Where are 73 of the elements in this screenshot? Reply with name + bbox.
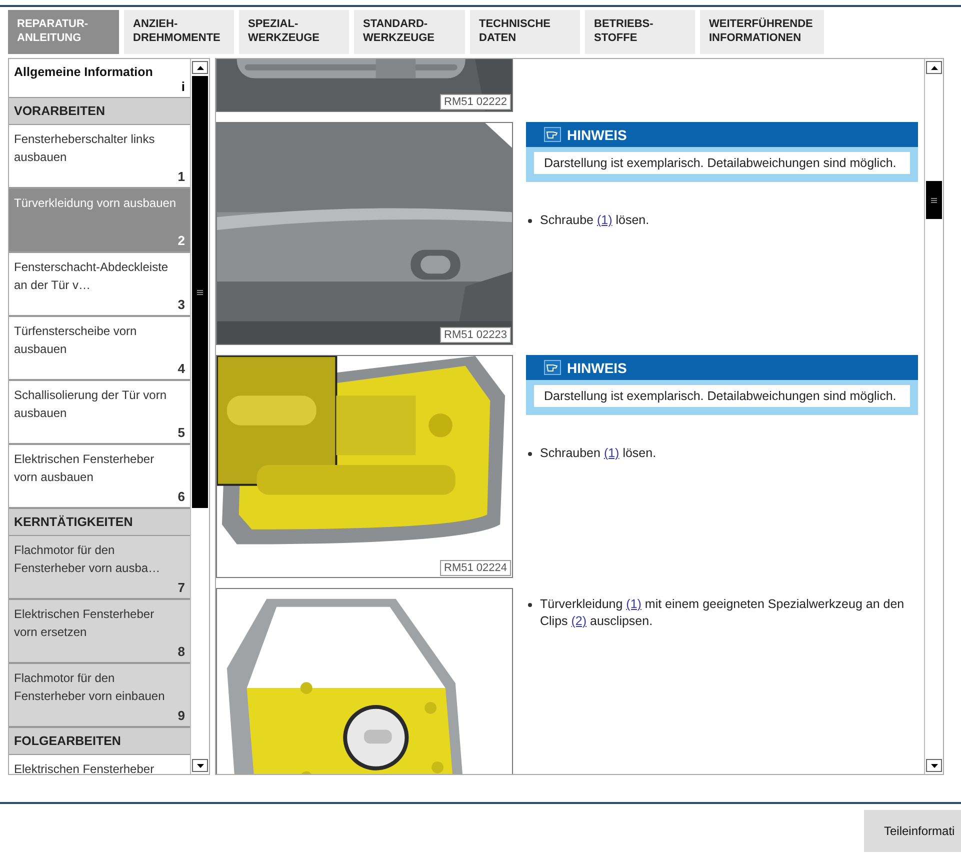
list-item[interactable]: Türfensterscheibe vorn ausbauen 4	[9, 317, 190, 381]
item-number: 3	[178, 297, 185, 312]
note-title: HINWEIS	[567, 126, 627, 142]
list-item[interactable]: Flachmotor für den Fensterheber vorn ausba… 7	[9, 536, 190, 600]
note-text: Darstellung ist exemplarisch. Detailabweichungen sind möglich.	[534, 385, 910, 407]
item-number: 6	[178, 489, 185, 504]
list-item-label[interactable]: Allgemeine Information	[14, 65, 185, 79]
item-label: Türverkleidung vorn ausbauen	[14, 195, 177, 212]
up-arrow-icon	[930, 66, 938, 70]
up-arrow-icon	[196, 66, 204, 70]
pointing-hand-icon	[544, 360, 561, 375]
item-label: Fensterheberschalter links ausbauen	[14, 131, 156, 166]
instruction-text: Türverkleidung (1) mit einem geeigneten Spezialwerkzeug an den Clips (2) ausclipsen.	[540, 596, 906, 630]
pointing-hand-icon	[544, 127, 561, 142]
tab[interactable]: SPEZIAL- WERKZEUGE	[239, 10, 349, 54]
item-number: 5	[178, 425, 185, 440]
grip-icon	[197, 290, 203, 294]
tab[interactable]: TECHNISCHE DATEN	[470, 10, 580, 54]
scroll-down-button[interactable]	[926, 759, 942, 772]
section-header: VORARBEITEN	[9, 98, 190, 125]
item-label: Flachmotor für den Fensterheber vorn ausba…	[14, 542, 162, 576]
item-number: 7	[178, 580, 185, 595]
figure-caption: RM51 02224	[440, 560, 511, 576]
note-text: Darstellung ist exemplarisch. Detailabweichungen sind möglich.	[534, 152, 910, 174]
scroll-up-button[interactable]	[926, 61, 942, 74]
bullet-icon	[528, 219, 532, 223]
item-number: 8	[178, 644, 185, 659]
callout-link[interactable]: (2)	[571, 614, 587, 628]
scroll-up-button[interactable]	[192, 61, 208, 74]
list-item[interactable]: Elektrischen Fensterheber	[9, 755, 190, 774]
list-item[interactable]: Fensterheberschalter links ausbauen 1	[9, 125, 190, 189]
instruction-text: Schraube (1) lösen.	[540, 212, 650, 229]
tab[interactable]: WEITERFÜHRENDE INFORMATIONEN	[700, 10, 824, 54]
item-label: Fensterschacht-Abdeckleiste an der Tür v…	[14, 259, 170, 294]
item-label: Schallisolierung der Tür vorn ausbauen	[14, 387, 168, 422]
scroll-down-button[interactable]	[192, 759, 208, 772]
figure-caption: RM51 02222	[440, 94, 511, 110]
section-header: KERNTÄTIGKEITEN	[9, 509, 190, 536]
scrollbar-thumb[interactable]	[192, 76, 208, 508]
item-number: 4	[178, 361, 185, 376]
list-item[interactable]: Flachmotor für den Fensterheber vorn einbauen 9	[9, 664, 190, 728]
grip-icon	[931, 198, 937, 202]
section-header: FOLGEARBEITEN	[9, 728, 190, 755]
item-label: Elektrischen Fensterheber vorn ausbauen	[14, 451, 156, 486]
callout-link[interactable]: (1)	[626, 597, 642, 611]
bullet-icon	[528, 603, 532, 607]
instruction-text: Schrauben (1) lösen.	[540, 445, 656, 462]
note-title: HINWEIS	[567, 360, 627, 376]
down-arrow-icon	[930, 764, 938, 768]
list-item[interactable]: Schallisolierung der Tür vorn ausbauen 5	[9, 381, 190, 445]
list-item[interactable]: Fensterschacht-Abdeckleiste an der Tür v… 3	[9, 253, 190, 317]
item-label: Elektrischen Fensterheber vorn ersetzen	[14, 606, 156, 640]
tab[interactable]: STANDARD- WERKZEUGE	[354, 10, 465, 54]
item-label: Elektrischen Fensterheber	[14, 761, 156, 774]
scrollbar-thumb[interactable]	[926, 181, 942, 219]
list-item[interactable]: Elektrischen Fensterheber vorn ersetzen 8	[9, 600, 190, 664]
callout-link[interactable]: (1)	[596, 213, 612, 227]
callout-link[interactable]: (1)	[604, 446, 620, 460]
scrollbar[interactable]	[924, 59, 943, 774]
parts-info-button[interactable]: Teileinformati	[864, 810, 961, 852]
tab[interactable]: BETRIEBS- STOFFE	[585, 10, 695, 54]
item-number: 9	[178, 708, 185, 723]
bullet-icon	[528, 452, 532, 456]
item-number: 1	[178, 169, 185, 184]
list-item[interactable]: Elektrischen Fensterheber vorn ausbauen 6	[9, 445, 190, 509]
tab[interactable]: ANZIEH- DREHMOMENTE	[124, 10, 234, 54]
figure-caption: RM51 02223	[440, 327, 511, 343]
down-arrow-icon	[196, 764, 204, 768]
scrollbar[interactable]	[190, 59, 209, 774]
item-label: Flachmotor für den Fensterheber vorn einbauen	[14, 670, 166, 704]
item-number: 2	[178, 233, 185, 248]
info-marker: i	[181, 79, 185, 94]
item-label: Türfensterscheibe vorn ausbauen	[14, 323, 138, 358]
